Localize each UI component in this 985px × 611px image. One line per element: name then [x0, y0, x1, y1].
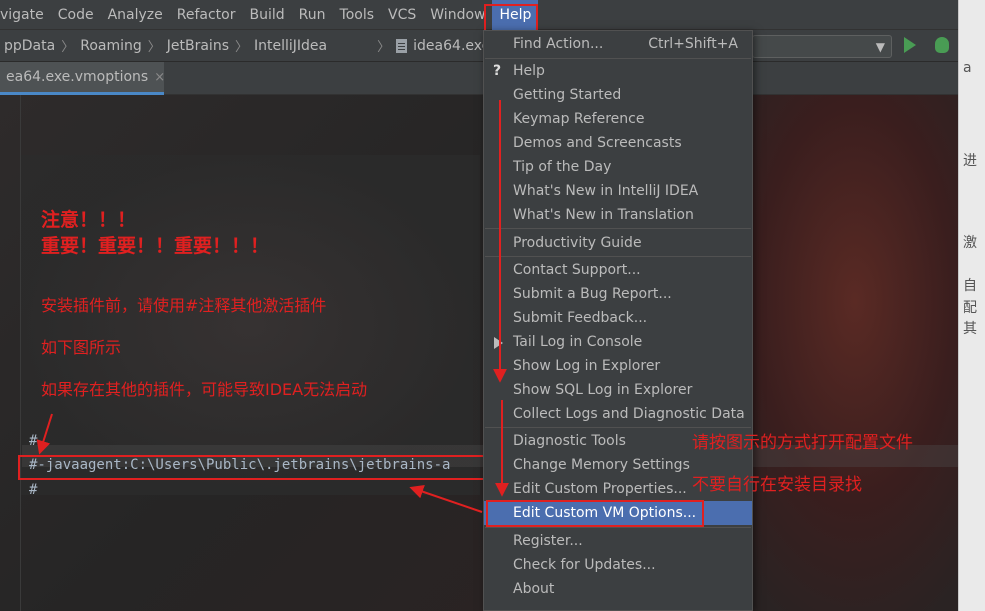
editor-tab-bar: ea64.exe.vmoptions × — [0, 62, 958, 95]
play-icon — [494, 337, 503, 349]
menu-analyze[interactable]: Analyze — [101, 0, 170, 30]
run-icon[interactable] — [904, 37, 916, 53]
breadcrumb-intellijidea[interactable]: IntelliJIdea — [250, 38, 331, 54]
menu-vcs[interactable]: VCS — [381, 0, 423, 30]
menu-item-show-log[interactable]: Show Log in Explorer — [484, 354, 752, 378]
chevron-right-icon: 〉 — [147, 40, 161, 55]
note-attention: 注意！！！ — [41, 209, 137, 231]
file-icon — [396, 38, 408, 53]
chevron-right-icon: 〉 — [377, 40, 391, 55]
note-important: 重要！重要！！重要！！！ — [41, 235, 270, 257]
code-line-3: # — [29, 482, 38, 498]
close-icon[interactable]: × — [154, 70, 165, 85]
debug-bug-icon[interactable] — [935, 37, 949, 53]
menu-separator — [485, 527, 751, 528]
note-open-config: 请按图示的方式打开配置文件 — [692, 433, 913, 453]
strip-text: 其 — [963, 321, 977, 337]
background-window-strip: a 进 激 自 配 其 — [958, 0, 985, 611]
menu-item-register[interactable]: Register... — [484, 529, 752, 553]
menu-navigate[interactable]: vigate — [0, 0, 51, 30]
menu-item-submit-bug[interactable]: Submit a Bug Report... — [484, 282, 752, 306]
question-icon: ? — [493, 63, 502, 79]
menu-window[interactable]: Window — [423, 0, 492, 30]
breadcrumb-roaming[interactable]: Roaming — [76, 38, 146, 54]
strip-text: 进 — [963, 153, 977, 169]
strip-text: 自 — [963, 278, 977, 294]
breadcrumb-appdata[interactable]: ppData — [0, 38, 59, 54]
menu-item-find-action[interactable]: Find Action... Ctrl+Shift+A — [484, 32, 752, 56]
menu-tools[interactable]: Tools — [333, 0, 382, 30]
menu-item-submit-feedback[interactable]: Submit Feedback... — [484, 306, 752, 330]
menu-item-keymap-reference[interactable]: Keymap Reference — [484, 107, 752, 131]
run-configuration-select[interactable]: ▼ — [752, 35, 892, 58]
menu-run[interactable]: Run — [292, 0, 333, 30]
menu-item-label: Tail Log in Console — [513, 334, 643, 350]
help-highlight-box — [484, 4, 538, 32]
menu-item-contact-support[interactable]: Contact Support... — [484, 258, 752, 282]
chevron-right-icon: 〉 — [61, 40, 75, 55]
editor-gutter — [3, 95, 21, 611]
note-dont-search: 不要自行在安装目录找 — [692, 475, 862, 495]
tab-vmoptions[interactable]: ea64.exe.vmoptions × — [0, 62, 165, 95]
chevron-right-icon: 〉 — [235, 40, 249, 55]
menu-build[interactable]: Build — [243, 0, 292, 30]
strip-text: a — [963, 60, 972, 76]
menu-code[interactable]: Code — [51, 0, 101, 30]
breadcrumb-jetbrains[interactable]: JetBrains — [163, 38, 233, 54]
menu-item-tip-of-day[interactable]: Tip of the Day — [484, 155, 752, 179]
shortcut-label: Ctrl+Shift+A — [648, 36, 738, 52]
menu-item-collect-logs[interactable]: Collect Logs and Diagnostic Data — [484, 402, 752, 426]
note-warning: 如果存在其他的插件，可能导致IDEA无法启动 — [41, 380, 368, 399]
strip-text: 激 — [963, 235, 977, 251]
menu-item-whats-new-idea[interactable]: What's New in IntelliJ IDEA — [484, 179, 752, 203]
vm-options-highlight-box — [486, 500, 704, 527]
menu-item-help[interactable]: ? Help — [484, 59, 752, 83]
tab-label: ea64.exe.vmoptions — [6, 69, 149, 85]
menu-item-productivity-guide[interactable]: Productivity Guide — [484, 231, 752, 255]
editor-area[interactable]: 注意！！！ 重要！重要！！重要！！！ 安装插件前，请使用#注释其他激活插件 如下… — [0, 95, 958, 611]
code-line-1: # — [29, 433, 38, 449]
menu-item-demos[interactable]: Demos and Screencasts — [484, 131, 752, 155]
menu-separator — [485, 228, 751, 229]
chevron-down-icon: ▼ — [875, 40, 885, 54]
menu-item-label: Help — [513, 63, 545, 79]
menu-item-getting-started[interactable]: Getting Started — [484, 83, 752, 107]
menu-item-tail-log[interactable]: Tail Log in Console — [484, 330, 752, 354]
menu-item-label: Find Action... — [513, 36, 604, 52]
menu-item-about[interactable]: About — [484, 577, 752, 601]
menu-item-check-updates[interactable]: Check for Updates... — [484, 553, 752, 577]
strip-text: 配 — [963, 300, 977, 316]
note-as-shown: 如下图所示 — [41, 338, 122, 357]
menu-refactor[interactable]: Refactor — [170, 0, 243, 30]
menu-bar: vigate Code Analyze Refactor Build Run T… — [0, 0, 958, 30]
menu-separator — [485, 256, 751, 257]
menu-item-show-sql-log[interactable]: Show SQL Log in Explorer — [484, 378, 752, 402]
menu-item-whats-new-translation[interactable]: What's New in Translation — [484, 203, 752, 227]
code-highlight-box — [18, 455, 488, 480]
note-instruction: 安装插件前，请使用#注释其他激活插件 — [41, 296, 327, 315]
